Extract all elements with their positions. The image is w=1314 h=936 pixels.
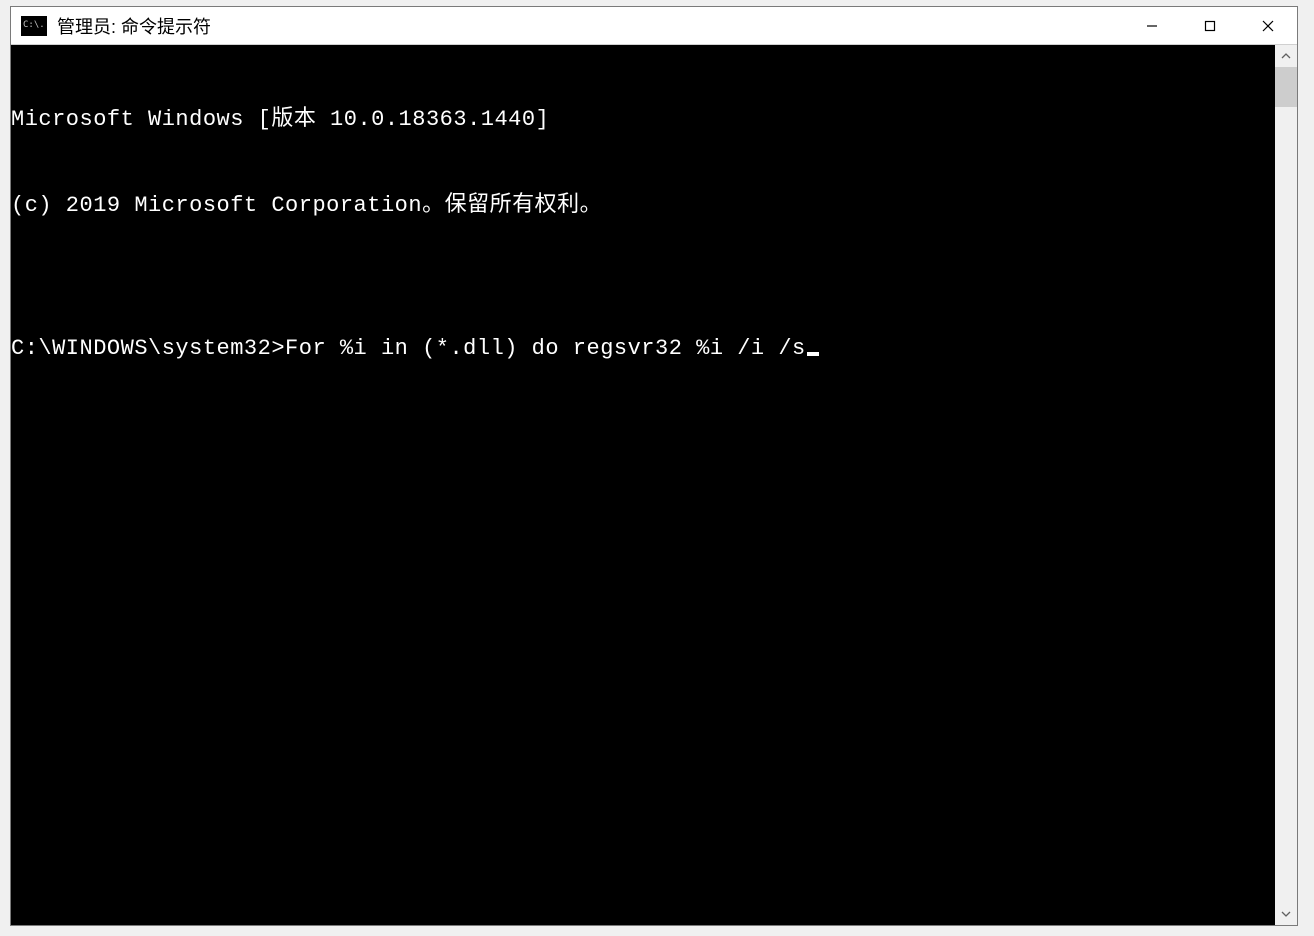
minimize-icon <box>1145 19 1159 33</box>
terminal-line-copyright: (c) 2019 Microsoft Corporation。保留所有权利。 <box>11 192 1275 221</box>
close-button[interactable] <box>1239 7 1297 44</box>
chevron-down-icon <box>1281 909 1291 919</box>
terminal-prompt: C:\WINDOWS\system32> <box>11 335 285 364</box>
scrollbar-up-button[interactable] <box>1275 45 1297 67</box>
vertical-scrollbar[interactable] <box>1275 45 1297 925</box>
app-icon: C:\. <box>21 16 47 36</box>
titlebar[interactable]: C:\. 管理员: 命令提示符 <box>11 7 1297 45</box>
scrollbar-thumb[interactable] <box>1275 67 1297 107</box>
terminal-cursor <box>807 352 819 356</box>
terminal-prompt-line: C:\WINDOWS\system32>For %i in (*.dll) do… <box>11 335 1275 364</box>
window-controls <box>1123 7 1297 44</box>
terminal-line-version: Microsoft Windows [版本 10.0.18363.1440] <box>11 106 1275 135</box>
app-icon-text: C:\. <box>23 21 45 30</box>
content-area: Microsoft Windows [版本 10.0.18363.1440] (… <box>11 45 1297 925</box>
scrollbar-down-button[interactable] <box>1275 903 1297 925</box>
terminal-command: For %i in (*.dll) do regsvr32 %i /i /s <box>285 335 806 364</box>
close-icon <box>1261 19 1275 33</box>
command-prompt-window: C:\. 管理员: 命令提示符 Microsof <box>10 6 1298 926</box>
maximize-button[interactable] <box>1181 7 1239 44</box>
terminal-output[interactable]: Microsoft Windows [版本 10.0.18363.1440] (… <box>11 45 1275 925</box>
maximize-icon <box>1203 19 1217 33</box>
minimize-button[interactable] <box>1123 7 1181 44</box>
chevron-up-icon <box>1281 51 1291 61</box>
window-title: 管理员: 命令提示符 <box>57 13 1123 39</box>
scrollbar-track[interactable] <box>1275 67 1297 903</box>
